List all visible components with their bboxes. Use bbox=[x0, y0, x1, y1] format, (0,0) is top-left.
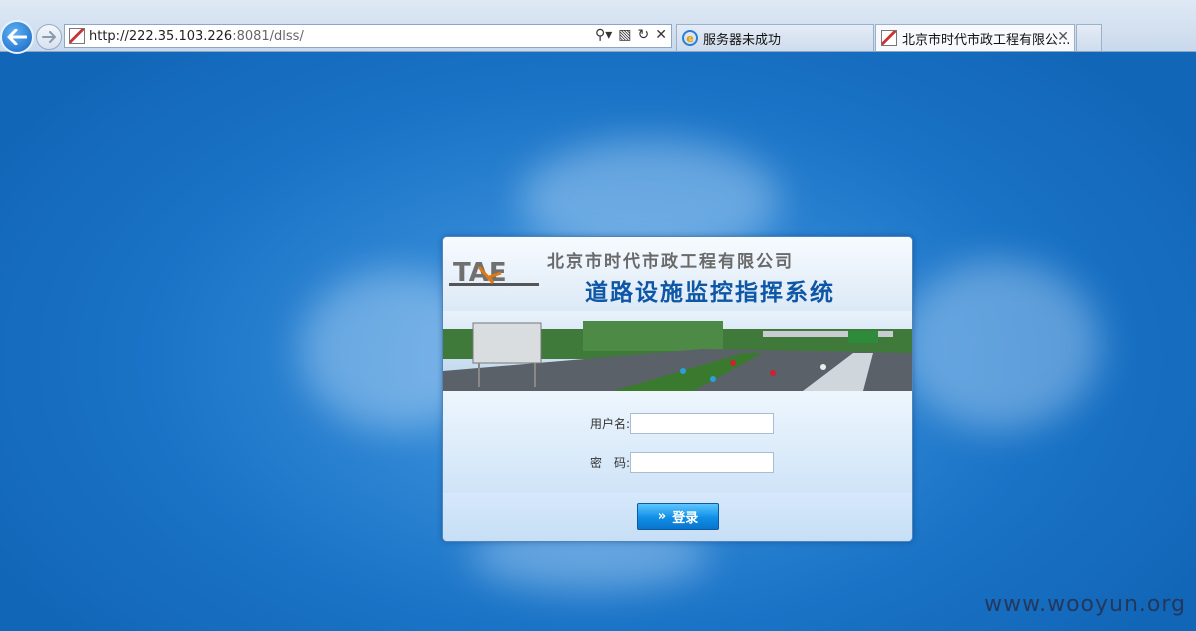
arrow-left-icon bbox=[7, 29, 27, 45]
tab-current[interactable]: 北京市时代市政工程有限公... ✕ bbox=[875, 24, 1075, 51]
tab-server-error[interactable]: e 服务器未成功 bbox=[676, 24, 874, 51]
watermark: www.wooyun.org bbox=[984, 592, 1186, 617]
close-tab-icon[interactable]: ✕ bbox=[1057, 29, 1069, 45]
page-favicon-icon bbox=[69, 28, 85, 44]
username-row: 用户名: bbox=[580, 413, 774, 434]
company-name: 北京市时代市政工程有限公司 bbox=[547, 252, 794, 272]
refresh-icon[interactable]: ↻ bbox=[638, 27, 650, 43]
compat-view-icon[interactable]: ▧ bbox=[618, 27, 631, 43]
header-banner: TAE 北京市时代市政工程有限公司 道路设施监控指挥系统 bbox=[443, 237, 912, 311]
stop-icon[interactable]: ✕ bbox=[655, 27, 667, 43]
new-tab-button[interactable] bbox=[1076, 24, 1102, 51]
company-logo: TAE bbox=[449, 258, 539, 288]
forward-button[interactable] bbox=[36, 24, 62, 50]
url-host: http://222.35.103.226 bbox=[89, 28, 233, 44]
address-bar[interactable]: http://222.35.103.226:8081/dlss/ ⚲▾ ▧ ↻ … bbox=[64, 24, 672, 48]
page-favicon-icon bbox=[881, 30, 897, 46]
login-button[interactable]: » 登录 bbox=[637, 503, 719, 530]
browser-toolbar: http://222.35.103.226:8081/dlss/ ⚲▾ ▧ ↻ … bbox=[0, 0, 1196, 54]
url-path: :8081/dlss/ bbox=[232, 28, 304, 44]
address-tools: ⚲▾ ▧ ↻ ✕ bbox=[595, 27, 667, 43]
system-title: 道路设施监控指挥系统 bbox=[585, 280, 835, 306]
highway-photo bbox=[443, 311, 912, 391]
double-chevron-right-icon: » bbox=[657, 509, 667, 524]
button-bar: » 登录 bbox=[443, 493, 912, 541]
password-row: 密 码: bbox=[580, 452, 774, 473]
username-label: 用户名: bbox=[589, 417, 630, 431]
ie-icon: e bbox=[682, 30, 698, 46]
arrow-right-icon bbox=[42, 31, 56, 43]
username-input[interactable] bbox=[630, 413, 774, 434]
tab-label: 服务器未成功 bbox=[703, 32, 782, 48]
search-icon[interactable]: ⚲▾ bbox=[595, 27, 612, 43]
tab-label: 北京市时代市政工程有限公... bbox=[902, 32, 1071, 48]
login-button-label: 登录 bbox=[672, 511, 699, 526]
background-cloud bbox=[900, 260, 1100, 430]
login-form: 用户名: 密 码: bbox=[443, 391, 912, 493]
login-panel: TAE 北京市时代市政工程有限公司 道路设施监控指挥系统 用户名: 密 码: »… bbox=[442, 236, 913, 542]
password-input[interactable] bbox=[630, 452, 774, 473]
password-label: 密 码: bbox=[589, 456, 630, 470]
back-button[interactable] bbox=[0, 20, 34, 54]
